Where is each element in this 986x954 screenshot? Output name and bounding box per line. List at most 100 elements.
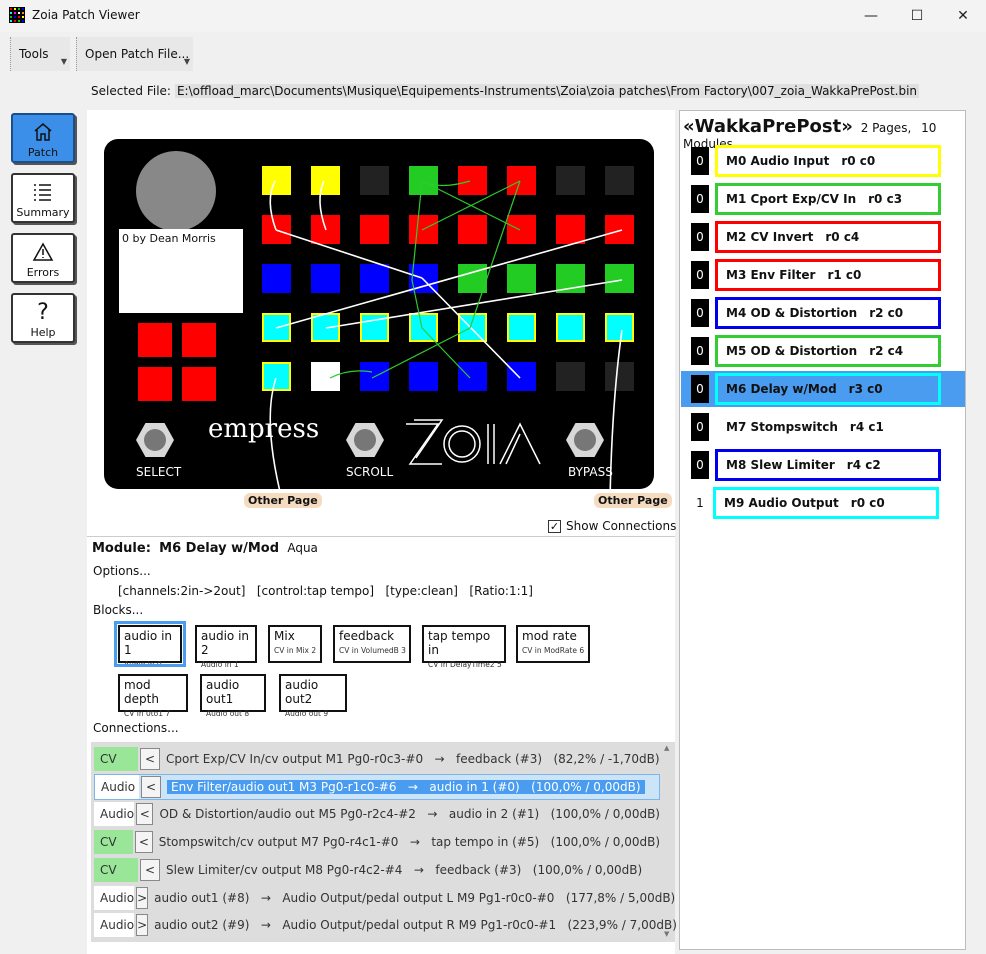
block-name: mod depth	[124, 678, 159, 706]
connection-kind: Audio	[94, 802, 135, 827]
block-sub: CV in DelayTime2 5	[428, 660, 502, 669]
module-item-pos: r0 c3	[868, 192, 903, 206]
module-item[interactable]: 0 M2 CV Invert r0 c4	[681, 219, 965, 255]
connection-row[interactable]: Audio > audio out1 (#8) → Audio Output/ped…	[94, 885, 675, 911]
module-box: M0 Audio Input r0 c0	[715, 145, 941, 177]
block-audio-out2[interactable]: audio out2 Audio out 9	[279, 674, 347, 718]
connection-kind: Audio	[95, 774, 139, 799]
module-item-name: M7 Stompswitch	[726, 420, 838, 434]
module-page: 0	[691, 261, 709, 289]
module-item-name: M3 Env Filter	[726, 268, 816, 282]
module-item[interactable]: 0 M1 Cport Exp/CV In r0 c3	[681, 181, 965, 217]
module-item-name: M6 Delay w/Mod	[726, 382, 837, 396]
block-mix[interactable]: Mix CV in Mix 2	[268, 625, 322, 663]
connection-text: Cport Exp/CV In/cv output M1 Pg0-r0c3-#0…	[166, 752, 660, 766]
block-mod-rate[interactable]: mod rate CV in ModRate 6	[516, 625, 590, 663]
connection-row[interactable]: Audio > audio out2 (#9) → Audio Output/ped…	[94, 912, 677, 938]
block-sub: CV in 0to1 7	[124, 709, 171, 718]
block-audio-out1[interactable]: audio out1 Audio out 8	[200, 674, 266, 718]
block-name: audio out2	[285, 678, 319, 706]
connections-scrollbar[interactable]: ▲ ▼	[662, 744, 674, 940]
module-item-pos: r3 c0	[848, 382, 883, 396]
block-name: feedback	[339, 629, 395, 643]
module-item-pos: r0 c4	[825, 230, 860, 244]
module-page: 0	[691, 451, 709, 479]
block-name: tap tempo in	[428, 629, 491, 657]
connection-text: Slew Limiter/cv output M8 Pg0-r4c2-#4 → …	[166, 862, 643, 877]
module-item[interactable]: 1 M9 Audio Output r0 c0	[681, 485, 965, 521]
chevron-left-icon[interactable]: <	[141, 775, 161, 798]
chevron-right-icon[interactable]: >	[136, 914, 149, 937]
module-page: 0	[691, 223, 709, 251]
connection-row[interactable]: CV < Slew Limiter/cv output M8 Pg0-r4c2-#4…	[94, 857, 660, 883]
module-page: 0	[691, 413, 709, 441]
connection-row[interactable]: Audio < OD & Distortion/audio out M5 Pg0-r…	[94, 801, 660, 827]
connection-text: audio out2 (#9) → Audio Output/pedal out…	[154, 918, 677, 933]
module-box: M4 OD & Distortion r2 c0	[715, 297, 941, 329]
block-sub: CV in ModRate 6	[522, 646, 585, 655]
chevron-left-icon[interactable]: <	[140, 748, 160, 770]
connection-row[interactable]: CV < Cport Exp/CV In/cv output M1 Pg0-r0c3…	[94, 746, 660, 772]
block-tap-tempo-in[interactable]: tap tempo in CV in DelayTime2 5	[422, 625, 506, 669]
block-name: Mix	[274, 629, 295, 643]
module-item-pos: r4 c1	[849, 420, 884, 434]
module-item[interactable]: 0 M6 Delay w/Mod r3 c0	[681, 371, 965, 407]
connection-row[interactable]: CV < Stompswitch/cv output M7 Pg0-r4c1-#0 …	[94, 829, 660, 855]
chevron-left-icon[interactable]: <	[136, 803, 154, 826]
patch-name: «WakkaPrePost»	[683, 116, 853, 137]
block-name: audio in 1	[124, 629, 173, 657]
module-item[interactable]: 0 M7 Stompswitch r4 c1	[681, 409, 965, 445]
patch-pages: 2 Pages,	[860, 121, 912, 135]
block-name: audio out1	[206, 678, 240, 706]
connection-kind: Audio	[94, 913, 135, 938]
module-item[interactable]: 0 M3 Env Filter r1 c0	[681, 257, 965, 293]
block-sub: Audio in 1	[201, 660, 239, 669]
module-item-pos: r2 c0	[869, 306, 904, 320]
module-page: 0	[691, 147, 709, 175]
select-label: SELECT	[136, 465, 182, 479]
show-connections-checkbox[interactable]: ✓	[548, 520, 561, 533]
module-page: 0	[691, 375, 709, 403]
empress-logo: empress	[208, 414, 320, 444]
module-item-pos: r0 c0	[841, 154, 876, 168]
module-item-name: M4 OD & Distortion	[726, 306, 858, 320]
block-sub: Audio out 8	[206, 709, 250, 718]
chevron-left-icon[interactable]: <	[140, 858, 160, 881]
block-audio-in-1[interactable]: audio in 1 Audio in 0	[114, 621, 186, 669]
module-box: M8 Slew Limiter r4 c2	[715, 449, 941, 481]
show-connections-label: Show Connections	[566, 519, 677, 533]
module-item[interactable]: 0 M4 OD & Distortion r2 c0	[681, 295, 965, 331]
module-item[interactable]: 0 M8 Slew Limiter r4 c2	[681, 447, 965, 483]
module-box: M2 CV Invert r0 c4	[715, 221, 941, 253]
module-item[interactable]: 0 M5 OD & Distortion r2 c4	[681, 333, 965, 369]
module-item-name: M9 Audio Output	[724, 496, 839, 510]
connection-text: OD & Distortion/audio out M5 Pg0-r2c4-#2…	[159, 807, 660, 822]
chevron-left-icon[interactable]: <	[135, 831, 153, 854]
module-item[interactable]: 0 M0 Audio Input r0 c0	[681, 143, 965, 179]
module-color: Aqua	[287, 541, 318, 555]
module-box: M3 Env Filter r1 c0	[715, 259, 941, 291]
block-name: audio in 2	[201, 629, 250, 657]
block-mod-depth[interactable]: mod depth CV in 0to1 7	[118, 674, 188, 718]
other-page-label: Other Page	[244, 493, 322, 508]
chevron-right-icon[interactable]: >	[136, 886, 149, 909]
block-feedback[interactable]: feedback CV in VolumedB 3	[333, 625, 411, 663]
divider	[87, 536, 675, 537]
module-item-name: M0 Audio Input	[726, 154, 830, 168]
module-item-pos: r0 c0	[850, 496, 885, 510]
connection-text: Stompswitch/cv output M7 Pg0-r4c1-#0 → t…	[158, 835, 660, 850]
connection-row[interactable]: Audio < Env Filter/audio out1 M3 Pg0-r1c0-…	[94, 773, 660, 800]
scroll-label: SCROLL	[346, 465, 394, 479]
connection-kind: CV	[94, 857, 138, 882]
block-audio-in-2[interactable]: audio in 2 Audio in 1	[195, 625, 257, 669]
block-sub: Audio in 0	[124, 660, 162, 669]
connection-kind: CV	[94, 747, 138, 771]
connection-text: Env Filter/audio out1 M3 Pg0-r1c0-#6 → a…	[167, 779, 645, 794]
blocks-label: Blocks...	[93, 603, 144, 617]
other-page-label: Other Page	[594, 493, 672, 508]
module-item-name: M1 Cport Exp/CV In	[726, 192, 857, 206]
module-box: M1 Cport Exp/CV In r0 c3	[715, 183, 941, 215]
block-sub: CV in VolumedB 3	[339, 646, 406, 655]
module-item-name: M2 CV Invert	[726, 230, 814, 244]
bypass-label: BYPASS	[568, 465, 613, 479]
